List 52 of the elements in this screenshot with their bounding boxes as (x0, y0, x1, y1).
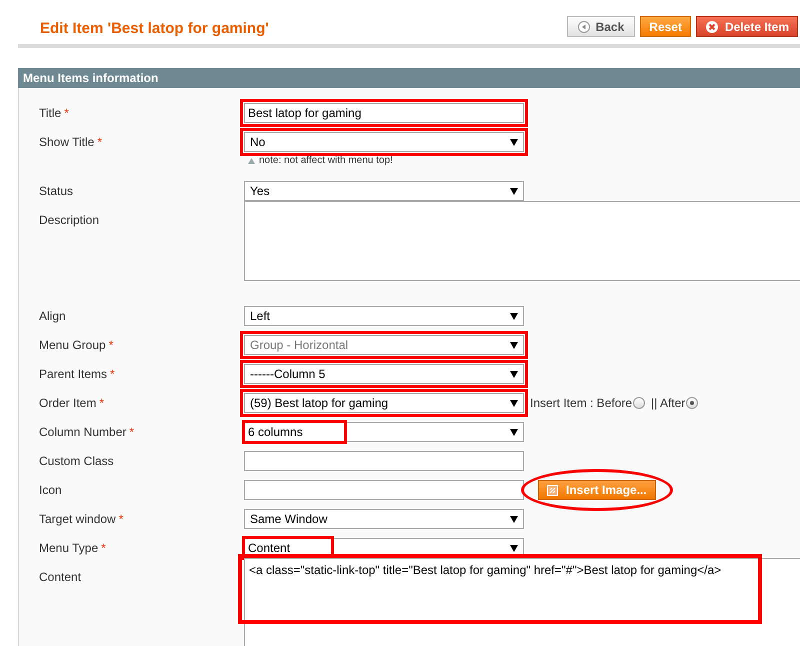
after-label: || After (651, 396, 686, 410)
section-header: Menu Items information (18, 68, 800, 88)
dropdown-arrow-icon (510, 342, 518, 348)
page-title: Edit Item 'Best latop for gaming' (40, 20, 269, 37)
radio-button[interactable] (633, 397, 646, 409)
required-mark: * (64, 106, 69, 120)
content-editor[interactable]: <a class="static-link-top" title="Best latop for gaming" href="#">Best latop for gaming</a> (244, 558, 800, 646)
field-label: Content (39, 570, 82, 584)
required-mark: * (97, 135, 102, 149)
required-mark: * (101, 541, 106, 555)
input-field[interactable] (244, 451, 524, 471)
required-mark: * (110, 367, 115, 381)
field-note: note: not affect with menu top! (259, 155, 393, 166)
field-label: Column Number (39, 425, 126, 439)
action-button[interactable]: Back (566, 16, 636, 37)
dropdown-arrow-icon (510, 138, 518, 146)
dropdown-arrow-icon (510, 370, 518, 378)
dropdown-arrow-icon (510, 544, 518, 552)
field-label: Title (39, 106, 62, 120)
dropdown-arrow-icon (510, 312, 518, 320)
radio-button[interactable] (686, 397, 698, 409)
field-label: Status (39, 184, 74, 198)
note-icon (248, 158, 255, 164)
dropdown-arrow-icon (510, 188, 518, 194)
action-button[interactable]: Delete Item (696, 16, 798, 37)
select-field[interactable]: Yes (244, 181, 524, 201)
content-code: <a class="static-link-top" title="Best latop for gaming" href="#">Best latop for gaming</a> (249, 563, 722, 577)
field-label: Custom Class (39, 454, 114, 468)
required-mark: * (118, 512, 124, 526)
dropdown-arrow-icon (510, 428, 518, 436)
input-field[interactable] (244, 480, 524, 500)
select-field[interactable]: 6 columns (244, 422, 524, 442)
select-field[interactable]: Left (244, 306, 524, 326)
dropdown-arrow-icon (510, 400, 518, 406)
image-icon (547, 484, 558, 496)
field-label: Parent Items (39, 367, 108, 381)
field-label: Show Title (39, 135, 94, 149)
field-label: Align (39, 309, 66, 323)
field-label: Order Item (39, 396, 96, 410)
required-mark: * (99, 396, 104, 410)
field-label: Menu Type (39, 541, 98, 555)
text-area[interactable] (244, 201, 800, 281)
required-mark: * (108, 338, 114, 352)
dropdown-arrow-icon (510, 516, 518, 522)
insert-position-label: Insert Item : Before (530, 396, 632, 410)
field-label: Menu Group (39, 338, 106, 352)
field-label: Description (39, 213, 100, 227)
select-field[interactable]: Same Window (244, 509, 524, 529)
field-label: Target window (39, 512, 116, 526)
close-icon (704, 20, 719, 34)
field-label: Icon (39, 483, 62, 497)
required-mark: * (129, 425, 134, 439)
